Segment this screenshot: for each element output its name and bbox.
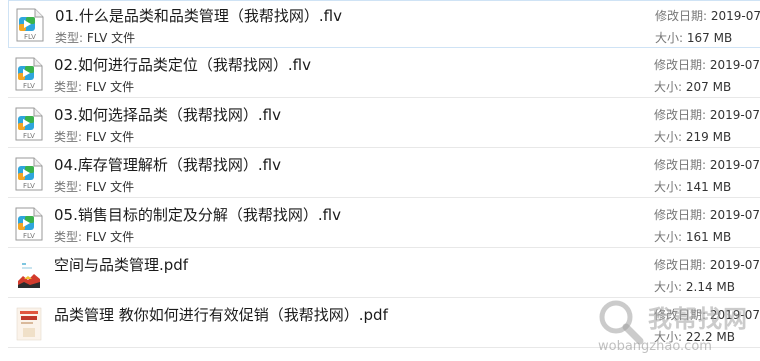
file-row[interactable]: FLV 04.库存管理解析（我帮找网）.flv 类型: FLV 文件 修改日期: 20… xyxy=(8,150,760,198)
modified-date-label: 修改日期: xyxy=(654,258,707,272)
modified-date-label: 修改日期: xyxy=(654,208,707,222)
pdf-book-thumbnail-icon xyxy=(14,307,44,341)
modified-date-value: 2019-07- xyxy=(709,58,760,72)
file-type-value: FLV 文件 xyxy=(85,230,135,244)
file-type-label: 类型: xyxy=(55,31,84,45)
file-size: 大小: 22.2 MB xyxy=(654,328,735,345)
flv-video-file-icon: FLV xyxy=(14,57,44,91)
flv-video-file-icon: FLV xyxy=(14,157,44,191)
file-size-value: 161 MB xyxy=(685,230,732,244)
file-size: 大小: 167 MB xyxy=(655,29,732,46)
file-row[interactable]: FLV 03.如何选择品类（我帮找网）.flv 类型: FLV 文件 修改日期: 20… xyxy=(8,100,760,148)
modified-date-label: 修改日期: xyxy=(655,9,708,23)
file-type: 类型: FLV 文件 xyxy=(54,178,134,195)
modified-date-label: 修改日期: xyxy=(654,108,707,122)
file-row[interactable]: FLV 05.销售目标的制定及分解（我帮找网）.flv 类型: FLV 文件 修改日期… xyxy=(8,200,760,248)
modified-date: 修改日期: 2019-07- xyxy=(654,156,760,173)
file-row[interactable]: 空间与品类管理.pdf 修改日期: 2019-07- 大小: 2.14 MB xyxy=(8,250,760,298)
file-name: 05.销售目标的制定及分解（我帮找网）.flv xyxy=(54,206,341,224)
modified-date-value: 2019-07- xyxy=(709,258,760,272)
modified-date: 修改日期: 2019-07- xyxy=(654,106,760,123)
modified-date-value: 2019-07- xyxy=(709,208,760,222)
svg-text:FLV: FLV xyxy=(23,82,35,90)
modified-date-label: 修改日期: xyxy=(654,308,707,322)
file-size-label: 大小: xyxy=(654,280,683,294)
file-type-value: FLV 文件 xyxy=(85,130,135,144)
svg-text:FLV: FLV xyxy=(23,232,35,240)
file-type: 类型: FLV 文件 xyxy=(54,228,134,245)
file-size-label: 大小: xyxy=(654,130,683,144)
file-size-value: 141 MB xyxy=(685,180,732,194)
file-size-label: 大小: xyxy=(654,230,683,244)
svg-text:FLV: FLV xyxy=(24,33,36,41)
modified-date: 修改日期: 2019-07- xyxy=(655,7,760,24)
file-type-value: FLV 文件 xyxy=(85,80,135,94)
file-size: 大小: 2.14 MB xyxy=(654,278,735,295)
file-size-value: 219 MB xyxy=(685,130,732,144)
file-size-label: 大小: xyxy=(655,31,684,45)
file-size-label: 大小: xyxy=(654,330,683,344)
file-name: 01.什么是品类和品类管理（我帮找网）.flv xyxy=(55,7,342,25)
svg-text:FLV: FLV xyxy=(23,132,35,140)
flv-video-file-icon: FLV xyxy=(14,107,44,141)
file-size-value: 22.2 MB xyxy=(685,330,735,344)
file-name: 04.库存管理解析（我帮找网）.flv xyxy=(54,156,281,174)
file-size-label: 大小: xyxy=(654,180,683,194)
modified-date-label: 修改日期: xyxy=(654,158,707,172)
flv-video-file-icon: FLV xyxy=(15,8,45,42)
file-size-value: 2.14 MB xyxy=(685,280,735,294)
modified-date-value: 2019-07- xyxy=(709,108,760,122)
file-size-label: 大小: xyxy=(654,80,683,94)
file-type: 类型: FLV 文件 xyxy=(54,78,134,95)
file-type: 类型: FLV 文件 xyxy=(54,128,134,145)
file-type-label: 类型: xyxy=(54,180,83,194)
modified-date-value: 2019-07- xyxy=(710,9,760,23)
svg-text:FLV: FLV xyxy=(23,182,35,190)
modified-date: 修改日期: 2019-07- xyxy=(654,256,760,273)
file-row[interactable]: FLV 01.什么是品类和品类管理（我帮找网）.flv 类型: FLV 文件 修改日期… xyxy=(8,0,760,48)
file-row[interactable]: FLV 02.如何进行品类定位（我帮找网）.flv 类型: FLV 文件 修改日期: … xyxy=(8,50,760,98)
file-name: 03.如何选择品类（我帮找网）.flv xyxy=(54,106,281,124)
file-list: FLV 01.什么是品类和品类管理（我帮找网）.flv 类型: FLV 文件 修改日期… xyxy=(0,0,760,361)
modified-date: 修改日期: 2019-07- xyxy=(654,206,760,223)
file-size-value: 207 MB xyxy=(685,80,732,94)
modified-date: 修改日期: 2019-07- xyxy=(654,56,760,73)
file-row[interactable]: 品类管理 教你如何进行有效促销（我帮找网）.pdf 修改日期: 2019-07- 大… xyxy=(8,300,760,348)
file-size-value: 167 MB xyxy=(686,31,733,45)
file-name: 02.如何进行品类定位（我帮找网）.flv xyxy=(54,56,311,74)
file-name: 空间与品类管理.pdf xyxy=(54,256,189,274)
pdf-thumbnail-icon xyxy=(14,257,44,291)
file-type: 类型: FLV 文件 xyxy=(55,29,135,46)
file-size: 大小: 219 MB xyxy=(654,128,731,145)
file-name: 品类管理 教你如何进行有效促销（我帮找网）.pdf xyxy=(54,306,388,324)
modified-date-label: 修改日期: xyxy=(654,58,707,72)
file-type-value: FLV 文件 xyxy=(85,180,135,194)
modified-date: 修改日期: 2019-07- xyxy=(654,306,760,323)
file-type-value: FLV 文件 xyxy=(86,31,136,45)
modified-date-value: 2019-07- xyxy=(709,308,760,322)
file-type-label: 类型: xyxy=(54,80,83,94)
file-type-label: 类型: xyxy=(54,230,83,244)
file-type-label: 类型: xyxy=(54,130,83,144)
file-size: 大小: 141 MB xyxy=(654,178,731,195)
modified-date-value: 2019-07- xyxy=(709,158,760,172)
file-size: 大小: 161 MB xyxy=(654,228,731,245)
file-size: 大小: 207 MB xyxy=(654,78,731,95)
flv-video-file-icon: FLV xyxy=(14,207,44,241)
